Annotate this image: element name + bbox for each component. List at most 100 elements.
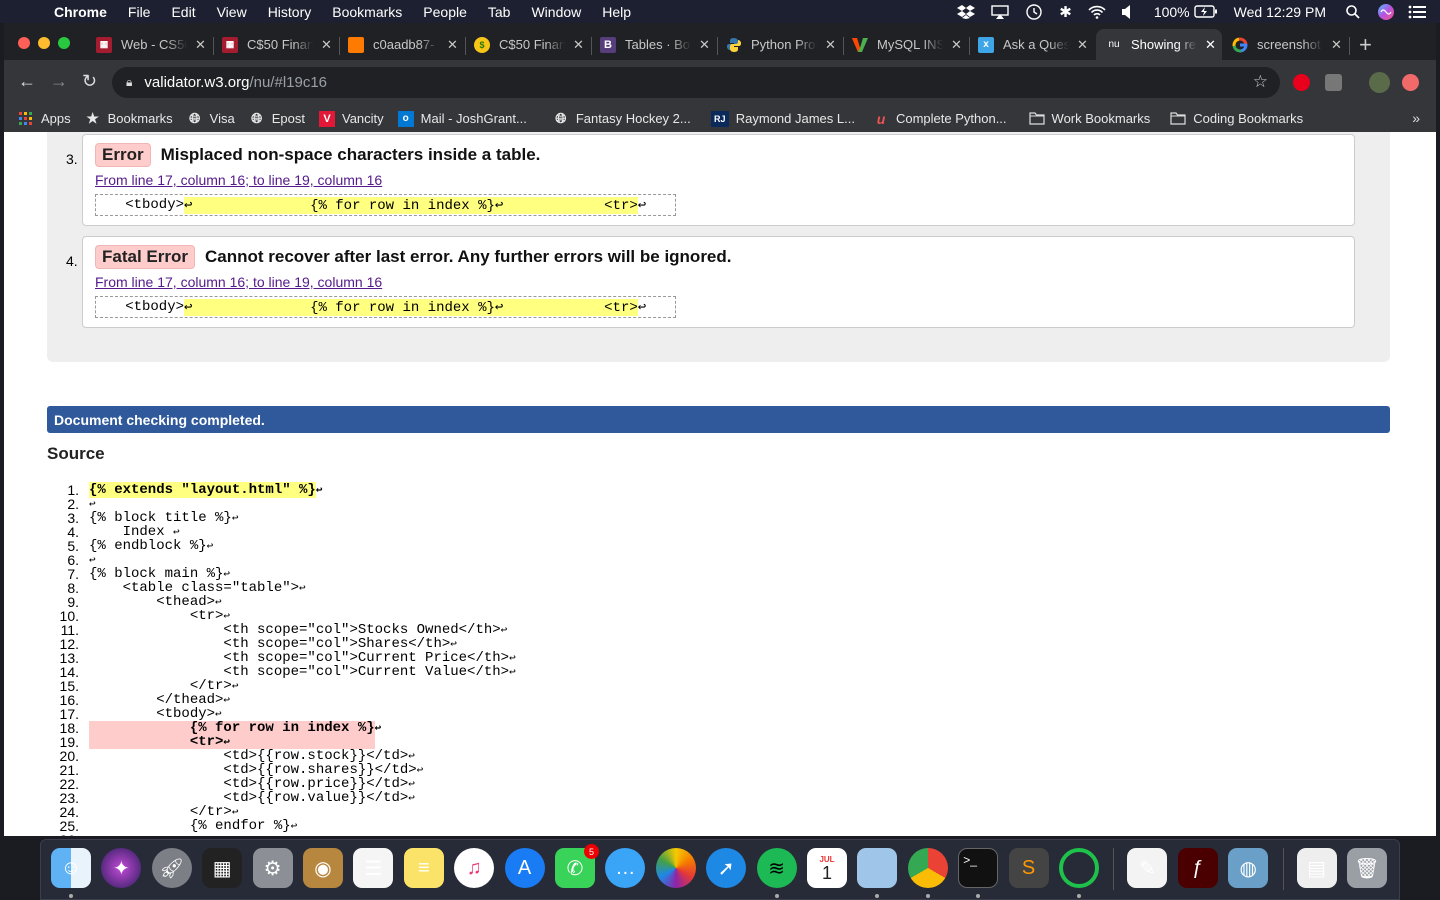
bookmark-vancity[interactable]: V Vancity xyxy=(318,110,384,127)
minimize-window-button[interactable] xyxy=(38,37,50,49)
reload-button[interactable]: ↻ xyxy=(82,71,97,92)
menu-file[interactable]: File xyxy=(128,4,151,20)
spotlight-search-icon[interactable] xyxy=(1346,4,1360,19)
tab-cs50-finance-2[interactable]: $ C$50 Finance ✕ xyxy=(464,29,584,60)
dock-documents-stack-icon[interactable]: ▤ xyxy=(1296,848,1337,888)
back-button[interactable]: ← xyxy=(18,71,36,92)
lock-icon[interactable]: 🔒︎ xyxy=(126,75,132,90)
menu-history[interactable]: History xyxy=(268,4,312,20)
dock-siri-icon[interactable]: ✦ xyxy=(101,848,142,888)
dock-sublime-text-icon[interactable]: S xyxy=(1008,848,1049,888)
close-tab-icon[interactable]: ✕ xyxy=(699,37,710,53)
menu-view[interactable]: View xyxy=(217,4,247,20)
maximize-window-button[interactable] xyxy=(58,37,70,49)
dock-running-indicator xyxy=(925,894,930,898)
dock-reminders-icon[interactable]: ☰ xyxy=(353,848,394,888)
new-tab-button[interactable]: + xyxy=(1359,32,1372,58)
menu-people[interactable]: People xyxy=(423,4,467,20)
close-tab-icon[interactable]: ✕ xyxy=(825,37,836,53)
update-extension-icon[interactable] xyxy=(1402,74,1419,91)
tab-web-cs50[interactable]: ▦ Web - CS50 ✕ xyxy=(86,29,206,60)
close-window-button[interactable] xyxy=(18,37,30,49)
bookmark-bookmarks[interactable]: ★ Bookmarks xyxy=(85,110,172,127)
dock-textedit-icon[interactable]: ✎ xyxy=(1127,848,1168,888)
bookmark-fantasy-hockey[interactable]: 🌐︎ Fantasy Hockey 2... xyxy=(553,110,691,127)
tab-tables-bootstrap[interactable]: B Tables · Bootstrap ✕ xyxy=(590,29,710,60)
bookmark-folder-work[interactable]: Work Bookmarks xyxy=(1028,111,1150,127)
dock-preview-icon[interactable]: ◍ xyxy=(1228,848,1269,888)
close-tab-icon[interactable]: ✕ xyxy=(321,37,332,53)
menubar-clock[interactable]: Wed 12:29 PM xyxy=(1234,4,1326,20)
dock-launchpad-icon[interactable]: 🚀︎ xyxy=(151,848,192,888)
dock-system-preferences-icon[interactable]: ⚙ xyxy=(252,848,293,888)
volume-icon[interactable] xyxy=(1121,4,1132,19)
bookmark-folder-coding[interactable]: Coding Bookmarks xyxy=(1170,111,1303,127)
bluetooth-icon[interactable]: ✱ xyxy=(1059,3,1072,21)
dock-terminal-icon[interactable]: >_ xyxy=(958,848,999,888)
menu-edit[interactable]: Edit xyxy=(171,4,195,20)
dock-facetime-icon[interactable]: ✆ 5 xyxy=(555,844,599,888)
bookmark-epost[interactable]: 🌐︎ Epost xyxy=(249,110,305,127)
address-bar[interactable]: 🔒︎ validator.w3.org/nu/#l19c16 ☆ xyxy=(112,67,1280,98)
dock-safari-icon[interactable]: ➚ xyxy=(706,848,747,888)
bookmark-apps[interactable]: Apps xyxy=(18,111,71,127)
bookmark-raymond-james[interactable]: RJ Raymond James L... xyxy=(710,110,855,127)
bookmark-mail[interactable]: o Mail - JoshGrant... xyxy=(397,110,527,127)
menu-app-chrome[interactable]: Chrome xyxy=(54,4,107,20)
siri-icon[interactable] xyxy=(1378,3,1394,20)
notification-center-icon[interactable] xyxy=(1408,5,1426,19)
dropbox-icon[interactable] xyxy=(957,4,976,19)
menu-help[interactable]: Help xyxy=(602,4,631,20)
tab-ask-a-question[interactable]: x Ask a Question ✕ xyxy=(968,29,1088,60)
dock-trash-icon[interactable]: 🗑︎ xyxy=(1347,848,1387,888)
bookmark-star-icon[interactable]: ☆ xyxy=(1253,72,1268,92)
dock-mission-control-icon[interactable]: ▦ xyxy=(202,848,243,888)
tab-c0aadb87[interactable]: c0aadb87- ✕ xyxy=(338,29,458,60)
close-tab-icon[interactable]: ✕ xyxy=(573,37,584,53)
menu-tab[interactable]: Tab xyxy=(488,4,511,20)
profile-avatar[interactable] xyxy=(1369,72,1390,93)
line-break-icon: ↩ xyxy=(315,485,323,497)
tab-strip: ▦ Web - CS50 ✕ ▦ C$50 Finance ✕ c0aadb87… xyxy=(4,23,1436,60)
tab-cs50-finance[interactable]: ▦ C$50 Finance ✕ xyxy=(212,29,332,60)
menu-window[interactable]: Window xyxy=(531,4,581,20)
dock-finder-icon[interactable]: ☺ xyxy=(51,848,91,888)
extension-icon[interactable] xyxy=(1325,74,1342,91)
close-tab-icon[interactable]: ✕ xyxy=(1077,37,1088,53)
close-tab-icon[interactable]: ✕ xyxy=(951,37,962,53)
dock-photos-icon[interactable] xyxy=(655,848,696,888)
dock-app-store-icon[interactable]: A xyxy=(504,848,545,888)
time-machine-icon[interactable] xyxy=(1025,3,1043,20)
bookmark-complete-python[interactable]: u Complete Python... xyxy=(873,111,1007,127)
adblock-extension-icon[interactable] xyxy=(1293,74,1310,91)
bookmark-visa[interactable]: 🌐︎ Visa xyxy=(187,110,235,127)
tab-mysql-insert[interactable]: MySQL INSERT ✕ xyxy=(842,29,962,60)
close-tab-icon[interactable]: ✕ xyxy=(447,37,458,53)
battery-charging-icon[interactable] xyxy=(1193,5,1218,18)
wifi-icon[interactable] xyxy=(1088,5,1106,19)
dock-mail-icon[interactable] xyxy=(857,848,898,888)
message-location-link[interactable]: From line 17, column 16; to line 19, col… xyxy=(95,172,382,188)
dock-messages-icon[interactable]: … xyxy=(605,848,646,888)
close-tab-icon[interactable]: ✕ xyxy=(1331,37,1342,53)
dock-calendar-icon[interactable]: JUL 1 xyxy=(807,848,847,888)
tab-screenshot[interactable]: screenshot ✕ xyxy=(1222,29,1342,60)
dock-notes-icon[interactable]: ≡ xyxy=(403,848,444,888)
message-number: 4. xyxy=(66,253,78,269)
dock-spotify-icon[interactable]: ≋ xyxy=(756,848,797,888)
close-tab-icon[interactable]: ✕ xyxy=(1205,37,1216,53)
tab-showing-results[interactable]: nu Showing results ✕ xyxy=(1096,29,1222,60)
close-tab-icon[interactable]: ✕ xyxy=(195,37,206,53)
dock-contacts-icon[interactable]: ◉ xyxy=(303,848,343,888)
dock-chrome-icon[interactable] xyxy=(907,848,948,888)
dock-itunes-icon[interactable]: ♫ xyxy=(454,848,495,888)
airplay-icon[interactable] xyxy=(991,4,1009,19)
more-bookmarks-chevron-icon[interactable]: » xyxy=(1412,110,1420,126)
menu-bookmarks[interactable]: Bookmarks xyxy=(332,4,402,20)
line-break-icon: ↩ xyxy=(223,695,231,707)
forward-button[interactable]: → xyxy=(50,71,68,92)
dock-circleci-icon[interactable] xyxy=(1059,848,1099,888)
tab-python-programs[interactable]: Python Programs ✕ xyxy=(716,29,836,60)
dock-flash-icon[interactable]: ƒ xyxy=(1177,848,1218,888)
message-location-link[interactable]: From line 17, column 16; to line 19, col… xyxy=(95,274,382,290)
